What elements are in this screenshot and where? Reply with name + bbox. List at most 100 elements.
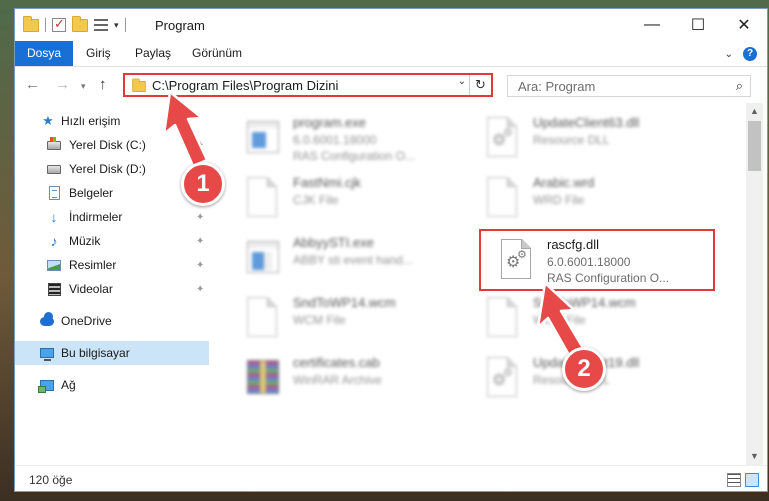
nav-item-label: Videolar [69,282,113,296]
nav-item-pictures[interactable]: Resimler ✦ [15,253,209,277]
file-item[interactable]: AbbyySTI.exe ABBY sti event hand... [219,231,449,287]
nav-item-local-disk-d[interactable]: Yerel Disk (D:) [15,157,209,181]
scrollbar-thumb[interactable] [748,121,761,171]
toolbar-divider [124,18,126,32]
title-bar: ▾ Program — ☐ ✕ [15,9,767,41]
status-bar: 120 öğe [15,465,767,491]
properties-check-icon[interactable] [52,16,66,32]
nav-item-onedrive[interactable]: OneDrive [15,309,209,333]
nav-item-label: Bu bilgisayar [61,346,130,360]
drive-icon [47,162,61,176]
help-icon[interactable]: ? [743,47,757,61]
back-arrow-icon[interactable]: ← [25,76,40,93]
nav-item-videos[interactable]: Videolar ✦ [15,277,209,301]
item-count: 120 öğe [29,473,73,487]
tab-home[interactable]: Giriş [74,41,123,66]
nav-item-network[interactable]: Ağ [15,373,209,397]
folder-icon [23,15,39,32]
recent-locations-chevron-icon[interactable]: ▾ [81,81,86,92]
file-item[interactable]: Arabic.wrd WRD File [459,171,689,227]
os-drive-icon [47,136,61,152]
file-detail: Resource DLL [533,133,610,147]
file-detail: 6.0.6001.18000 [293,133,377,147]
customize-toolbar-dropdown-icon[interactable]: ▾ [114,20,119,31]
music-icon: ♪ [50,233,58,249]
address-bar[interactable]: C:\Program Files\Program Dizini ⌄ ↻ [123,73,493,97]
file-name: AbbyySTI.exe [293,235,374,250]
pin-icon[interactable]: ✦ [196,140,204,151]
properties-icon[interactable] [94,18,108,32]
nav-item-label: Ağ [61,378,76,392]
close-button[interactable]: ✕ [721,9,767,41]
scroll-up-arrow-icon[interactable]: ▲ [746,103,763,120]
file-item[interactable]: certificates.cab WinRAR Archive [219,351,449,407]
file-detail: WRD File [533,193,585,207]
folder-icon [132,78,146,93]
this-pc-icon [40,346,54,361]
nav-item-label: Hızlı erişim [61,114,121,128]
dll-icon: ⚙ ⚙ [487,117,521,161]
window-title: Program [155,18,205,33]
address-path[interactable]: C:\Program Files\Program Dizini [152,78,338,93]
generic-file-icon [487,177,521,221]
winrar-icon [247,357,281,401]
nav-item-local-disk-c[interactable]: Yerel Disk (C:) ✦ [15,133,209,157]
file-detail: ABBY sti event hand... [293,253,413,267]
tab-view[interactable]: Görünüm [180,41,254,66]
pin-icon[interactable]: ✦ [196,284,204,295]
app-icon [247,237,281,281]
tiles-view-icon[interactable] [745,473,759,487]
pin-icon[interactable]: ✦ [196,212,204,223]
pictures-icon [47,258,61,272]
file-name: UpdateClient63.dll [533,115,640,130]
file-detail: RAS Configuration O... [293,149,416,163]
generic-file-icon [247,177,281,221]
nav-item-label: Resimler [69,258,117,272]
nav-item-label: Yerel Disk (C:) [69,138,146,152]
file-name: Arabic.wrd [533,175,595,190]
minimize-button[interactable]: — [629,9,675,41]
nav-item-label: İndirmeler [69,210,123,224]
navigation-pane: ★ Hızlı erişim Yerel Disk (C:) ✦ Yerel D… [15,103,209,465]
nav-item-label: Müzik [69,234,101,248]
download-icon: ↓ [50,209,58,225]
nav-item-documents[interactable]: Belgeler ✦ [15,181,209,205]
file-name: program.exe [293,115,366,130]
address-dropdown-icon[interactable]: ⌄ [458,76,466,87]
navigation-bar: ← → ▾ ↑ C:\Program Files\Program Dizini … [15,67,767,103]
highlight-box [479,229,715,291]
pin-icon[interactable]: ✦ [196,236,204,247]
exe-icon [247,117,281,161]
file-item[interactable]: program.exe 6.0.6001.18000 RAS Configura… [219,111,449,167]
file-name: certificates.cab [293,355,380,370]
star-icon: ★ [42,113,54,128]
search-icon[interactable]: ⌕ [736,78,743,94]
maximize-button[interactable]: ☐ [675,9,721,41]
pin-icon[interactable]: ✦ [196,260,204,271]
step-2-badge: 2 [562,347,606,391]
nav-item-music[interactable]: ♪ Müzik ✦ [15,229,209,253]
new-folder-icon[interactable] [72,15,88,32]
refresh-icon[interactable]: ↻ [469,75,491,95]
file-item[interactable]: SndToWP14.wcm WCM File [219,291,449,347]
expand-ribbon-icon[interactable]: ⌄ [725,49,733,60]
nav-item-downloads[interactable]: ↓ İndirmeler ✦ [15,205,209,229]
forward-arrow-icon[interactable]: → [55,76,70,93]
ribbon-tabs: Dosya Giriş Paylaş Görünüm ⌄ ? [15,41,767,67]
scroll-down-arrow-icon[interactable]: ▼ [746,448,763,465]
file-name: FastNmi.cjk [293,175,361,190]
tab-share[interactable]: Paylaş [123,41,183,66]
file-detail: CJK File [293,193,339,207]
file-item[interactable]: SndToWP14.wcm WCM File [459,291,689,347]
file-detail: WinRAR Archive [293,373,382,387]
vertical-scrollbar[interactable]: ▲ ▼ [746,103,763,465]
nav-item-this-pc[interactable]: Bu bilgisayar [15,341,209,365]
file-name: SndToWP14.wcm [533,295,636,310]
up-arrow-icon[interactable]: ↑ [99,76,107,93]
details-view-icon[interactable] [727,473,741,487]
file-item[interactable]: FastNmi.cjk CJK File [219,171,449,227]
file-item[interactable]: ⚙ ⚙ UpdateClient63.dll Resource DLL [459,111,689,167]
nav-item-quick-access[interactable]: ★ Hızlı erişim [15,109,209,133]
search-input[interactable]: Ara: Program ⌕ [507,75,751,97]
tab-file[interactable]: Dosya [15,41,74,66]
